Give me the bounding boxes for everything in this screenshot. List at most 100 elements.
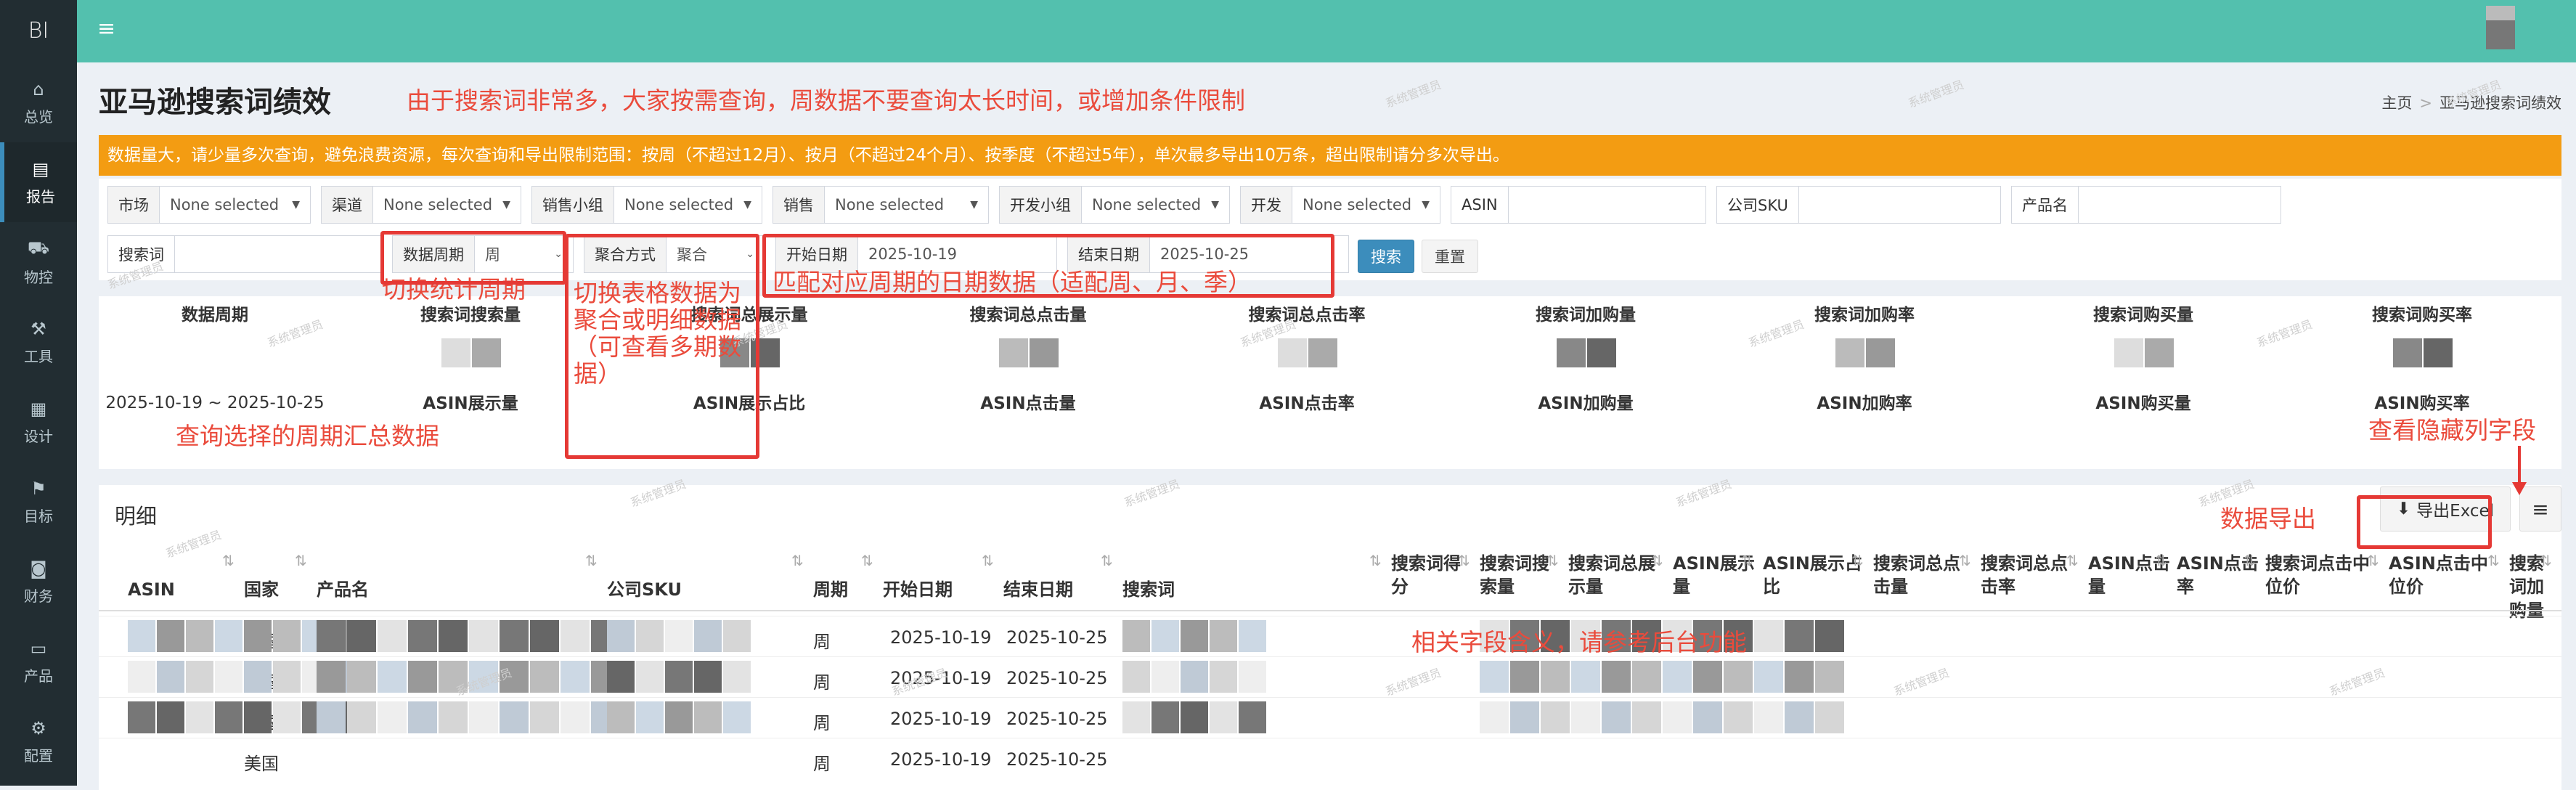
sort-icon[interactable]: ⇅: [2066, 552, 2079, 569]
channel-filter[interactable]: 渠道 None selected ▼: [321, 186, 521, 224]
column-header[interactable]: 公司SKU: [607, 578, 807, 601]
column-header[interactable]: 搜索词: [1122, 578, 1385, 601]
blurred-cell: [244, 620, 272, 652]
sort-icon[interactable]: ⇅: [1959, 552, 1971, 569]
sales-group-select[interactable]: None selected: [614, 196, 743, 213]
sidebar-item[interactable]: ▦ 设计: [0, 382, 77, 462]
summary-sub-header: ASIN购买量: [2095, 394, 2191, 413]
dev-group-filter[interactable]: 开发小组 None selected ▼: [999, 186, 1230, 224]
column-header[interactable]: 产品名: [317, 578, 601, 601]
cell-end: 2025-10-25: [1006, 709, 1108, 729]
market-select[interactable]: None selected: [160, 196, 292, 213]
product-filter[interactable]: 产品名: [2011, 186, 2281, 224]
notice-banner: 数据量大，请少量多次查询，避免浪费资源，每次查询和导出限制范围：按周（不超过12…: [99, 135, 2561, 176]
chevron-down-icon: ▼: [743, 199, 751, 211]
blurred-cell: [1815, 661, 1844, 693]
sidebar-item[interactable]: ⛟ 物控: [0, 222, 77, 302]
summary-header: 搜索词总点击率: [1248, 306, 1366, 325]
sort-icon[interactable]: ⇅: [1851, 552, 1864, 569]
blurred-cell: [694, 620, 722, 652]
design-icon: ▦: [30, 398, 47, 419]
sidebar-item-label: 目标: [24, 507, 53, 525]
sort-icon[interactable]: ⇅: [2487, 552, 2500, 569]
blurred-cell: [723, 661, 751, 693]
search-button[interactable]: 搜索: [1358, 240, 1414, 273]
sidebar-item[interactable]: ⚙ 配置: [0, 701, 77, 781]
dev-filter[interactable]: 开发 None selected ▼: [1240, 186, 1440, 224]
dev-group-select[interactable]: None selected: [1082, 196, 1211, 213]
sort-icon[interactable]: ⇅: [222, 552, 235, 569]
blurred-value: [1030, 338, 1059, 367]
app-logo[interactable]: BI: [0, 0, 77, 62]
blurred-cell: [530, 701, 559, 733]
user-avatar[interactable]: [2486, 20, 2515, 49]
list-icon: ≡: [2532, 497, 2549, 521]
sidebar-item[interactable]: ◙ 财务: [0, 542, 77, 622]
sort-icon[interactable]: ⇅: [982, 552, 994, 569]
breadcrumb-home[interactable]: 主页: [2381, 94, 2412, 112]
sort-icon[interactable]: ⇅: [1369, 552, 1382, 569]
chevron-down-icon: ▼: [970, 199, 978, 211]
menu-toggle-icon[interactable]: ≡: [97, 16, 115, 41]
sort-icon[interactable]: ⇅: [2367, 552, 2379, 569]
blurred-cell: [1602, 701, 1631, 733]
sort-icon[interactable]: ⇅: [2243, 552, 2256, 569]
sort-icon[interactable]: ⇅: [1458, 552, 1470, 569]
dev-select[interactable]: None selected: [1292, 196, 1422, 213]
sort-icon[interactable]: ⇅: [585, 552, 598, 569]
sales-select[interactable]: None selected: [825, 196, 970, 213]
column-header[interactable]: 开始日期: [883, 578, 998, 601]
sku-filter[interactable]: 公司SKU: [1716, 186, 2001, 224]
sort-icon[interactable]: ⇅: [1741, 552, 1753, 569]
sort-icon[interactable]: ⇅: [2540, 552, 2552, 569]
blurred-cell: [1480, 661, 1509, 693]
asin-filter[interactable]: ASIN: [1451, 186, 1706, 224]
sidebar-item[interactable]: ▤ 报告: [0, 142, 77, 222]
blurred-cell: [439, 701, 468, 733]
sort-icon[interactable]: ⇅: [295, 552, 307, 569]
column-header[interactable]: ASIN: [128, 578, 238, 601]
blurred-cell: [1239, 661, 1266, 693]
column-header[interactable]: 结束日期: [1003, 578, 1117, 601]
sort-icon[interactable]: ⇅: [861, 552, 873, 569]
sort-icon[interactable]: ⇅: [1101, 552, 1113, 569]
sidebar-item[interactable]: ⚒ 工具: [0, 302, 77, 382]
blurred-cell: [1663, 661, 1692, 693]
sales-group-filter[interactable]: 销售小组 None selected ▼: [531, 186, 762, 224]
blurred-cell: [1510, 661, 1539, 693]
column-header[interactable]: ASIN点击中位价: [2389, 552, 2503, 599]
sidebar-item[interactable]: ▭ 产品: [0, 622, 77, 701]
sort-icon[interactable]: ⇅: [791, 552, 804, 569]
chevron-down-icon: ▼: [502, 199, 510, 211]
blurred-cell: [607, 701, 635, 733]
reset-button[interactable]: 重置: [1422, 240, 1478, 273]
blurred-cell: [561, 701, 590, 733]
sales-filter[interactable]: 销售 None selected ▼: [773, 186, 989, 224]
blurred-cell: [1754, 661, 1783, 693]
blurred-cell: [1480, 701, 1509, 733]
blurred-cell: [694, 701, 722, 733]
cell-end: 2025-10-25: [1006, 627, 1108, 648]
blurred-value: [1557, 338, 1586, 367]
market-filter[interactable]: 市场 None selected ▼: [107, 186, 311, 224]
column-header[interactable]: 国家: [244, 578, 311, 601]
sidebar-item[interactable]: ⚑ 目标: [0, 462, 77, 542]
blurred-cell: [1571, 661, 1600, 693]
blurred-cell: [439, 620, 468, 652]
sort-icon[interactable]: ⇅: [1546, 552, 1559, 569]
column-header[interactable]: 周期: [813, 578, 877, 601]
blurred-cell: [215, 620, 242, 652]
blurred-cell: [244, 661, 272, 693]
blurred-cell: [186, 620, 213, 652]
blurred-cell: [1815, 701, 1844, 733]
sort-icon[interactable]: ⇅: [1651, 552, 1663, 569]
sidebar-item[interactable]: ⌂ 总览: [0, 62, 77, 142]
blurred-cell: [1239, 620, 1266, 652]
blurred-cell: [665, 701, 693, 733]
sort-icon[interactable]: ⇅: [2155, 552, 2167, 569]
column-header[interactable]: 搜索词点击中位价: [2265, 552, 2383, 599]
date-highlight: [762, 234, 1334, 298]
blurred-cell: [723, 620, 751, 652]
arrow-down-icon: [2512, 446, 2527, 495]
channel-select[interactable]: None selected: [373, 196, 502, 213]
